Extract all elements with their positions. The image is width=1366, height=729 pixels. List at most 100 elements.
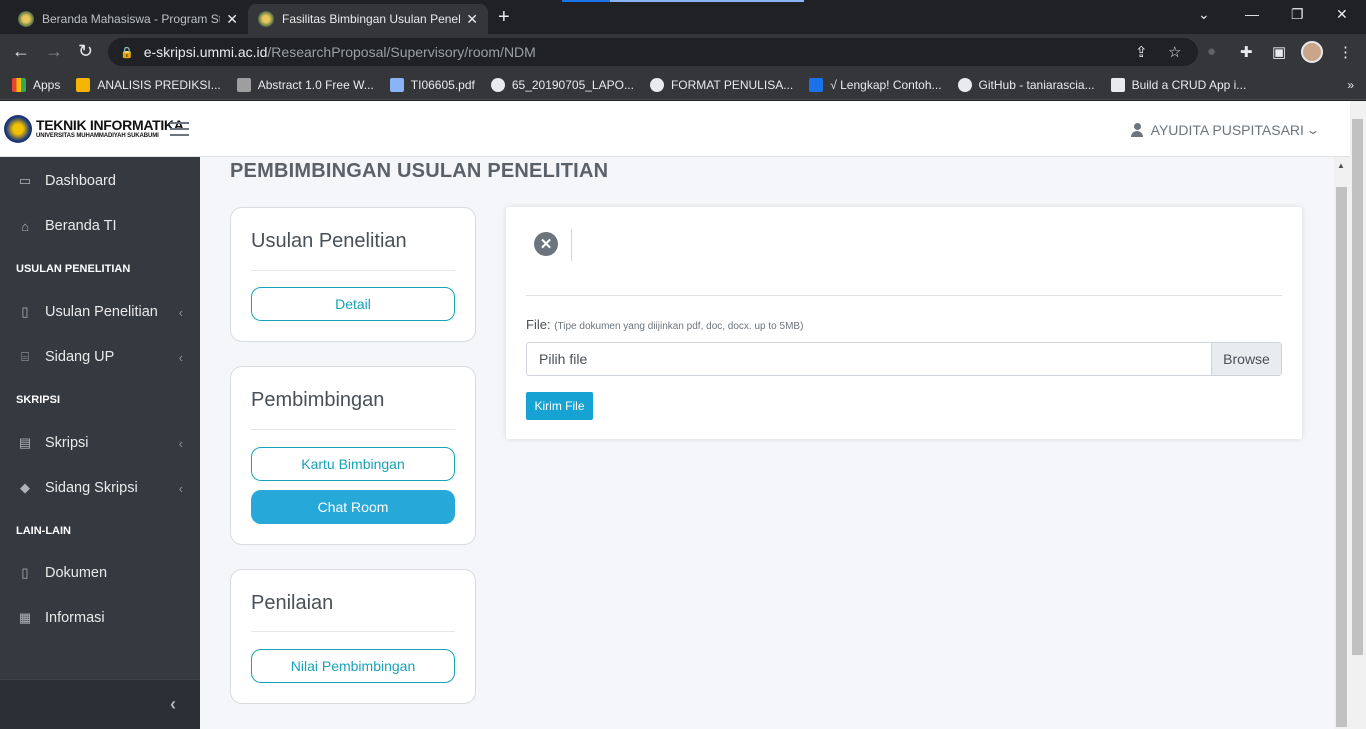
sidebar-item-dokumen[interactable]: ▯ Dokumen [0,553,200,593]
extensions-icon[interactable]: ✚ [1240,43,1253,61]
collapse-sidebar-icon[interactable]: ‹ [170,694,176,715]
forward-arrow-icon[interactable]: → [45,41,63,62]
card-usulan-penelitian: Usulan Penelitian Detail [230,207,476,342]
share-icon[interactable]: ⇪ [1135,43,1148,61]
loading-indicator [562,0,804,2]
file-icon: ▯ [21,304,29,319]
divider [251,631,455,632]
kartu-bimbingan-button[interactable]: Kartu Bimbingan [251,447,455,481]
close-tab-icon[interactable]: ✕ [226,11,238,28]
file-placeholder: Pilih file [539,351,588,367]
bookmark-abstract[interactable]: Abstract 1.0 Free W... [236,77,374,92]
chevron-left-icon: ‹ [178,435,183,451]
bookmark-crud[interactable]: Build a CRUD App i... [1110,77,1246,92]
window-scrollbar[interactable] [1350,101,1366,729]
nilai-pembimbingan-button[interactable]: Nilai Pembimbingan [251,649,455,683]
site-favicon-icon [258,11,274,27]
kirim-file-button[interactable]: Kirim File [526,392,593,420]
file-hint: (Tipe dokumen yang diijinkan pdf, doc, d… [554,321,804,332]
chat-room-button[interactable]: Chat Room [251,490,455,524]
sidebar-item-usulan-penelitian[interactable]: ▯ Usulan Penelitian ‹ [0,292,200,332]
bookmarks-overflow-icon[interactable]: » [1347,78,1354,92]
tab-search-chevron-icon[interactable]: ⌄ [1198,6,1210,23]
sidebar-item-skripsi[interactable]: ▤ Skripsi ‹ [0,423,200,463]
browser-menu-icon[interactable]: ⋮ [1338,43,1353,61]
bookmark-analisis[interactable]: ANALISIS PREDIKSI... [76,77,221,92]
bookmark-favicon-icon [236,77,251,92]
new-tab-button[interactable]: + [498,6,510,29]
graduation-cap-icon: ◆ [20,480,30,495]
chevron-down-icon: ⌄ [1305,123,1321,137]
bookmark-65-lapo[interactable]: 65_20190705_LAPO... [490,77,634,92]
chevron-left-icon: ‹ [178,480,183,496]
sidebar-item-beranda[interactable]: ⌂ Beranda TI [0,206,200,246]
sidebar-item-sidang-skripsi[interactable]: ◆ Sidang Skripsi ‹ [0,468,200,508]
sidebar-section-usulan: USULAN PENELITIAN [16,263,131,275]
bookmark-lengkap[interactable]: √ Lengkap! Contoh... [809,77,942,92]
globe-icon [490,77,505,92]
bookmark-ti06605[interactable]: TI06605.pdf [389,77,475,92]
sidebar-section-lain: LAIN-LAIN [16,525,71,537]
url-input[interactable]: 🔒 e-skripsi.ummi.ac.id/ResearchProposal/… [108,38,1198,66]
card-title: Penilaian [251,592,334,614]
newspaper-icon: ▦ [18,610,32,625]
chevron-left-icon: ‹ [178,304,183,320]
bookmark-apps[interactable]: Apps [12,77,60,92]
content-scrollbar[interactable]: ▲ [1334,157,1350,729]
bookmarks-bar: Apps ANALISIS PREDIKSI... Abstract 1.0 F… [0,70,1366,100]
browser-tab-fasilitas[interactable]: Fasilitas Bimbingan Usulan Penel ✕ [248,4,488,34]
file-input[interactable]: Pilih file Browse [526,342,1282,376]
close-tab-icon[interactable]: ✕ [466,11,478,28]
top-navbar: TEKNIK INFORMATIKA UNIVERSITAS MUHAMMADI… [0,101,1350,157]
minimize-icon[interactable]: — [1245,6,1259,22]
globe-icon [649,77,664,92]
user-menu[interactable]: AYUDITA PUSPITASARI ⌄ [1130,122,1321,138]
url-host: e-skripsi.ummi.ac.id [143,44,268,60]
restore-icon[interactable]: ❐ [1291,6,1304,23]
page-title: PEMBIMBINGAN USULAN PENELITIAN [230,160,609,182]
scroll-up-arrow-icon[interactable]: ▲ [1337,161,1345,170]
institution-icon: ⌸ [21,349,29,364]
bookmark-star-icon[interactable]: ☆ [1168,43,1181,61]
card-title: Usulan Penelitian [251,230,407,252]
detail-button[interactable]: Detail [251,287,455,321]
apps-grid-icon [12,77,26,92]
site-logo[interactable]: TEKNIK INFORMATIKA UNIVERSITAS MUHAMMADI… [4,115,184,143]
page-viewport: TEKNIK INFORMATIKA UNIVERSITAS MUHAMMADI… [0,101,1350,729]
address-bar-row: ← → ↻ 🔒 e-skripsi.ummi.ac.id/ResearchPro… [0,34,1366,70]
side-panel-icon[interactable]: ▣ [1272,43,1286,61]
back-arrow-icon[interactable]: ← [12,41,30,62]
chat-room-panel: ✕ File: (Tipe dokumen yang diijinkan pdf… [506,207,1302,439]
university-seal-icon [4,115,32,143]
scrollbar-thumb[interactable] [1336,187,1347,727]
close-circle-icon[interactable]: ✕ [534,232,558,256]
browse-button[interactable]: Browse [1211,343,1281,375]
sidebar-item-informasi[interactable]: ▦ Informasi [0,598,200,638]
bookmark-format[interactable]: FORMAT PENULISA... [649,77,793,92]
vertical-divider [571,229,572,261]
file-icon: ▯ [21,565,29,580]
card-penilaian: Penilaian Nilai Pembimbingan [230,569,476,704]
sidebar-footer: ‹ [0,679,200,729]
extension-puzzle-gray-icon[interactable]: ● [1207,43,1216,60]
hamburger-menu-icon[interactable] [170,122,189,136]
bookmark-github[interactable]: GitHub - taniarascia... [957,77,1095,92]
bookmark-favicon-icon [1110,77,1125,92]
close-window-icon[interactable]: ✕ [1336,6,1348,23]
sidebar-item-sidang-up[interactable]: ⌸ Sidang UP ‹ [0,337,200,377]
document-icon [389,77,404,92]
sidebar: ▭ Dashboard ⌂ Beranda TI USULAN PENELITI… [0,157,200,729]
divider [251,270,455,271]
browser-tab-beranda[interactable]: Beranda Mahasiswa - Program St ✕ [8,4,248,34]
bookmark-favicon-icon [809,77,824,92]
logo-subtitle: UNIVERSITAS MUHAMMADIYAH SUKABUMI [36,133,159,139]
reload-icon[interactable]: ↻ [78,41,93,62]
github-icon [957,77,972,92]
divider [251,429,455,430]
profile-avatar[interactable] [1301,41,1323,63]
card-pembimbingan: Pembimbingan Kartu Bimbingan Chat Room [230,366,476,545]
sidebar-section-skripsi: SKRIPSI [16,394,61,406]
scrollbar-thumb[interactable] [1352,119,1363,655]
sidebar-item-dashboard[interactable]: ▭ Dashboard [0,161,200,201]
monitor-icon: ▭ [18,173,32,188]
